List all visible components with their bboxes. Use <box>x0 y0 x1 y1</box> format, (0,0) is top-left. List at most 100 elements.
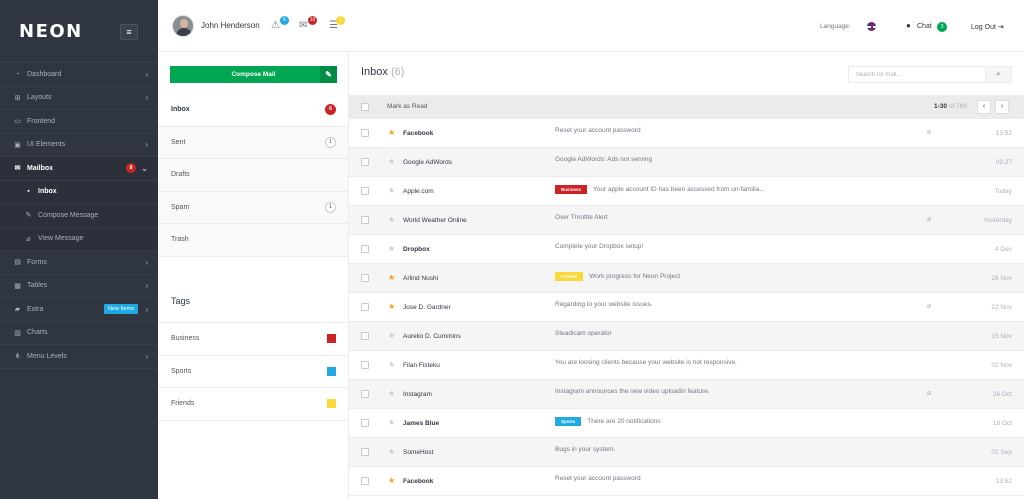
row-checkbox[interactable] <box>361 332 369 340</box>
table-row[interactable]: ★ World Weather Online Over Throttle Alert… <box>349 206 1024 235</box>
folder-trash[interactable]: Trash <box>158 224 348 257</box>
mail-sender[interactable]: Arlind Nushi <box>403 275 438 282</box>
sidebar-item-charts[interactable]: ▥ Charts <box>0 322 158 345</box>
uk-flag-icon[interactable] <box>867 22 876 31</box>
prev-page-button[interactable]: ‹ <box>977 100 991 114</box>
folder-inbox[interactable]: Inbox 6 <box>158 94 348 127</box>
sidebar-item-mailbox[interactable]: ✉ Mailbox 8 ⌄ <box>0 157 158 181</box>
folder-sent[interactable]: Sent 1 <box>158 126 348 159</box>
search-button[interactable]: ⌕ <box>985 67 1011 82</box>
star-icon[interactable]: ★ <box>388 447 395 456</box>
sidebar-item-layouts[interactable]: ⊞ Layouts › <box>0 87 158 110</box>
folder-spam[interactable]: Spam 1 <box>158 191 348 224</box>
table-row[interactable]: ★ Instagram Instagram announces the new vi… <box>349 380 1024 409</box>
mail-sender[interactable]: James Blue <box>403 420 439 427</box>
star-icon[interactable]: ★ <box>388 128 395 137</box>
row-checkbox[interactable] <box>361 448 369 456</box>
sidebar-item-forms[interactable]: ▤ Forms › <box>0 251 158 275</box>
avatar[interactable] <box>172 15 194 37</box>
mail-sender[interactable]: Instagram <box>403 391 432 398</box>
table-row[interactable]: ★ Arlind Nushi Friends Work progress for Ne… <box>349 264 1024 293</box>
sidebar-item-menu-levels[interactable]: ⋔ Menu Levels › <box>0 345 158 369</box>
star-icon[interactable]: ★ <box>388 476 395 485</box>
star-icon[interactable]: ★ <box>388 273 395 282</box>
mail-sender[interactable]: SomeHost <box>403 449 433 456</box>
mail-subject[interactable]: Instagram announces the new video upload… <box>555 388 710 395</box>
mail-subject[interactable]: Over Throttle Alert <box>555 214 608 221</box>
mail-sender[interactable]: Jose D. Gardner <box>403 304 451 311</box>
sidebar-item-inbox[interactable]: ▪ Inbox <box>0 180 158 204</box>
sidebar-item-dashboard[interactable]: ◔ Dashboard › <box>0 63 158 87</box>
row-checkbox[interactable] <box>361 129 369 137</box>
sidebar-item-compose-message[interactable]: ✎ Compose Message <box>0 204 158 228</box>
mail-subject[interactable]: Sports There are 20 notifications <box>555 417 661 426</box>
table-row[interactable]: ★ James Blue Sports There are 20 notificati… <box>349 409 1024 438</box>
star-icon[interactable]: ★ <box>388 215 395 224</box>
row-checkbox[interactable] <box>361 477 369 485</box>
user-name[interactable]: John Henderson <box>201 21 260 30</box>
envelope-icon[interactable]: ✉ <box>299 20 307 31</box>
table-row[interactable]: ★ Google AdWords Google AdWords: Ads not s… <box>349 148 1024 177</box>
mail-subject[interactable]: Business Your apple account ID has been a… <box>555 185 765 194</box>
chat-icon[interactable]: ● <box>906 21 911 30</box>
chat-link[interactable]: Chat <box>917 23 932 30</box>
row-checkbox[interactable] <box>361 274 369 282</box>
row-checkbox[interactable] <box>361 361 369 369</box>
tag-friends[interactable]: Friends <box>158 388 348 421</box>
mark-as-read-button[interactable]: Mark as Read <box>387 103 427 110</box>
mail-subject[interactable]: Reset your account password <box>555 475 641 482</box>
mail-subject[interactable]: Reset your account password <box>555 127 641 134</box>
table-row[interactable]: ★ Aurelio D. Cummins Steadicam operator 15 … <box>349 322 1024 351</box>
row-checkbox[interactable] <box>361 158 369 166</box>
warning-icon[interactable]: ⚠ <box>271 20 280 31</box>
search-input[interactable] <box>849 67 985 82</box>
mail-subject[interactable]: Bugs in your system. <box>555 446 615 453</box>
mail-sender[interactable]: Aurelio D. Cummins <box>403 333 461 340</box>
star-icon[interactable]: ★ <box>388 244 395 253</box>
folder-drafts[interactable]: Drafts <box>158 159 348 192</box>
compose-mail-button[interactable]: Compose Mail ✎ <box>170 66 337 83</box>
star-icon[interactable]: ★ <box>388 360 395 369</box>
row-checkbox[interactable] <box>361 419 369 427</box>
sidebar-item-frontend[interactable]: ▭ Frontend <box>0 110 158 134</box>
star-icon[interactable]: ★ <box>388 157 395 166</box>
sidebar-item-tables[interactable]: ▦ Tables › <box>0 275 158 298</box>
sidebar-item-ui-elements[interactable]: ▣ UI Elements › <box>0 134 158 157</box>
tag-sports[interactable]: Sports <box>158 355 348 388</box>
mail-sender[interactable]: World Weather Online <box>403 217 467 224</box>
row-checkbox[interactable] <box>361 187 369 195</box>
mail-sender[interactable]: Facebook <box>403 478 433 485</box>
mail-sender[interactable]: Apple.com <box>403 188 434 195</box>
table-row[interactable]: ★ Filan Fisteku You are loosing clients be… <box>349 351 1024 380</box>
logout-link[interactable]: Log Out ⇥ <box>971 23 1004 31</box>
star-icon[interactable]: ★ <box>388 389 395 398</box>
mail-subject[interactable]: Steadicam operator <box>555 330 612 337</box>
row-checkbox[interactable] <box>361 245 369 253</box>
row-checkbox[interactable] <box>361 303 369 311</box>
star-icon[interactable]: ★ <box>388 418 395 427</box>
table-row[interactable]: ★ SomeHost Bugs in your system. 01 Sep <box>349 438 1024 467</box>
sidebar-item-view-message[interactable]: ⌀ View Message <box>0 227 158 251</box>
mail-subject[interactable]: Friends Work progress for Neon Project <box>555 272 680 281</box>
mail-subject[interactable]: Google AdWords: Ads not serving <box>555 156 652 163</box>
table-row[interactable]: ★ Jose D. Gardner Regarding to your websit… <box>349 293 1024 322</box>
star-icon[interactable]: ★ <box>388 186 395 195</box>
mail-subject[interactable]: Complete your Dropbox setup! <box>555 243 643 250</box>
row-checkbox[interactable] <box>361 390 369 398</box>
logo[interactable]: NEON ≡ <box>0 0 158 62</box>
mail-sender[interactable]: Filan Fisteku <box>403 362 440 369</box>
table-row[interactable]: ★ Apple.com Business Your apple account ID … <box>349 177 1024 206</box>
row-checkbox[interactable] <box>361 216 369 224</box>
mail-sender[interactable]: Facebook <box>403 130 433 137</box>
sidebar-item-extra[interactable]: ▰ Extra New Items › <box>0 298 158 322</box>
mail-subject[interactable]: Regarding to your website issues. <box>555 301 653 308</box>
star-icon[interactable]: ★ <box>388 331 395 340</box>
menu-toggle-button[interactable]: ≡ <box>120 24 138 40</box>
table-row[interactable]: ★ Facebook Reset your account password ⌀ 13:… <box>349 119 1024 148</box>
table-row[interactable]: ★ Facebook Reset your account password 13:5… <box>349 467 1024 496</box>
tag-business[interactable]: Business <box>158 323 348 356</box>
mail-subject[interactable]: You are loosing clients because your web… <box>555 359 737 366</box>
mail-sender[interactable]: Dropbox <box>403 246 430 253</box>
table-row[interactable]: ★ Dropbox Complete your Dropbox setup! 4 De… <box>349 235 1024 264</box>
next-page-button[interactable]: › <box>995 100 1009 114</box>
